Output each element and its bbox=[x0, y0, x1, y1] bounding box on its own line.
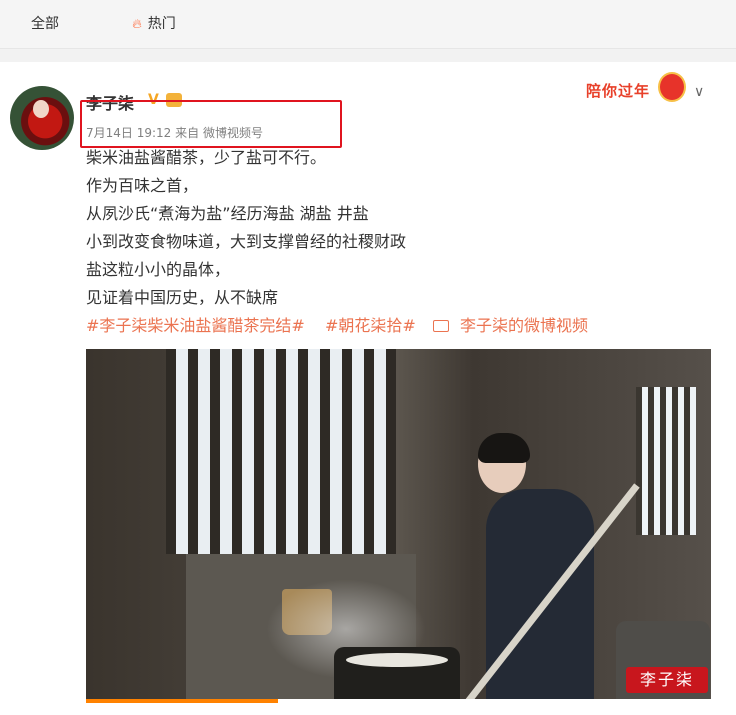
tab-hot[interactable]: 🔥︎ 热门 bbox=[108, 0, 200, 48]
person-figure bbox=[486, 489, 594, 699]
tab-hot-label: 热门 bbox=[147, 16, 176, 32]
video-camera-icon bbox=[432, 319, 449, 332]
tab-all-label: 全部 bbox=[31, 16, 59, 32]
new-year-badge[interactable]: 陪你过年 bbox=[584, 68, 690, 108]
avatar[interactable] bbox=[10, 86, 74, 150]
text-line: 盐这粒小小的晶体， bbox=[86, 260, 231, 279]
flame-icon: 🔥︎ bbox=[132, 17, 142, 32]
text-line: 柴米油盐酱醋茶，少了盐可不行。 bbox=[86, 148, 327, 167]
post-card: 李子柒 V 7月14日 19:12 来自 微博视频号 陪你过年 ∨ 柴米油盐酱醋… bbox=[0, 62, 736, 715]
window-illustration bbox=[636, 387, 696, 535]
video-player[interactable]: 李子柒 bbox=[86, 349, 711, 699]
post-text: 柴米油盐酱醋茶，少了盐可不行。 作为百味之首， 从夙沙氏“煮海为盐”经历海盐 湖… bbox=[86, 144, 706, 340]
window-illustration bbox=[166, 349, 396, 554]
new-year-badge-label: 陪你过年 bbox=[586, 82, 651, 100]
tags-line: #李子柒柴米油盐酱醋茶完结# #朝花柒拾# 李子柒的微博视频 bbox=[86, 312, 706, 340]
video-source-link[interactable]: 李子柒的微博视频 bbox=[460, 316, 588, 335]
video-progress-bar bbox=[86, 699, 278, 703]
text-line: 见证着中国历史，从不缺席 bbox=[86, 288, 279, 307]
text-line: 作为百味之首， bbox=[86, 176, 199, 195]
chevron-down-icon[interactable]: ∨ bbox=[694, 84, 704, 100]
tab-bar: 全部 🔥︎热门 视频∨ bbox=[0, 0, 736, 335]
lantern-icon bbox=[658, 72, 686, 102]
text-line: 小到改变食物味道，大到支撑曾经的社稷财政 bbox=[86, 232, 407, 251]
topic-link[interactable]: #李子柒柴米油盐酱醋茶完结# bbox=[86, 316, 305, 335]
topic-link[interactable]: #朝花柒拾# bbox=[325, 316, 416, 335]
text-line: 从夙沙氏“煮海为盐”经历海盐 湖盐 井盐 bbox=[86, 204, 369, 223]
watermark-logo: 李子柒 bbox=[626, 667, 708, 693]
tab-all[interactable]: 全部 bbox=[0, 0, 90, 48]
highlight-box bbox=[80, 100, 342, 148]
